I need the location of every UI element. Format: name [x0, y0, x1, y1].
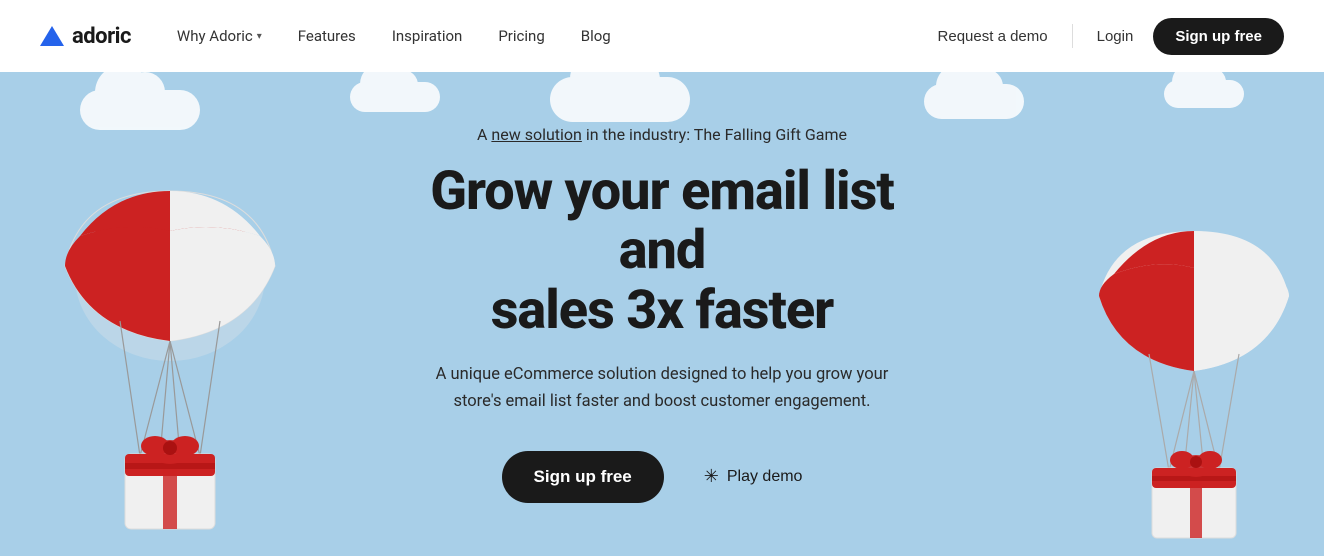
- logo-icon: [40, 26, 64, 46]
- nav-item-features[interactable]: Features: [284, 19, 370, 53]
- play-demo-button[interactable]: ✳ Play demo: [684, 452, 823, 501]
- cloud-3: [550, 77, 690, 122]
- cloud-5: [1164, 80, 1244, 108]
- hero-description: A unique eCommerce solution designed to …: [422, 362, 902, 415]
- nav-item-inspiration[interactable]: Inspiration: [378, 19, 477, 53]
- hero-buttons: Sign up free ✳ Play demo: [382, 451, 942, 503]
- nav-signup-button[interactable]: Sign up free: [1153, 18, 1284, 55]
- nav-right: Request a demo Login Sign up free: [922, 18, 1284, 55]
- hero-subtitle: A new solution in the industry: The Fall…: [382, 125, 942, 144]
- hero-signup-button[interactable]: Sign up free: [502, 451, 664, 503]
- hero-subtitle-highlight: new solution: [491, 125, 582, 144]
- hero-title: Grow your email list and sales 3x faster: [382, 162, 942, 340]
- chevron-down-icon: ▾: [257, 31, 262, 42]
- cloud-4: [924, 84, 1024, 119]
- nav-links: Why Adoric ▾ Features Inspiration Pricin…: [163, 19, 922, 53]
- request-demo-button[interactable]: Request a demo: [922, 20, 1064, 53]
- nav-item-pricing[interactable]: Pricing: [484, 19, 558, 53]
- nav-item-blog[interactable]: Blog: [567, 19, 625, 53]
- hero-section: A new solution in the industry: The Fall…: [0, 72, 1324, 556]
- parachute-left: [60, 176, 280, 556]
- parachute-right: [1094, 216, 1294, 556]
- cloud-1: [80, 90, 200, 130]
- nav-item-why-adoric[interactable]: Why Adoric ▾: [163, 19, 276, 53]
- logo-text: adoric: [72, 24, 131, 49]
- cloud-2: [350, 82, 440, 112]
- navbar: adoric Why Adoric ▾ Features Inspiration…: [0, 0, 1324, 72]
- login-button[interactable]: Login: [1081, 20, 1150, 53]
- nav-divider: [1072, 24, 1073, 48]
- play-demo-icon: ✳: [704, 466, 719, 487]
- hero-content: A new solution in the industry: The Fall…: [362, 125, 962, 503]
- logo[interactable]: adoric: [40, 24, 131, 49]
